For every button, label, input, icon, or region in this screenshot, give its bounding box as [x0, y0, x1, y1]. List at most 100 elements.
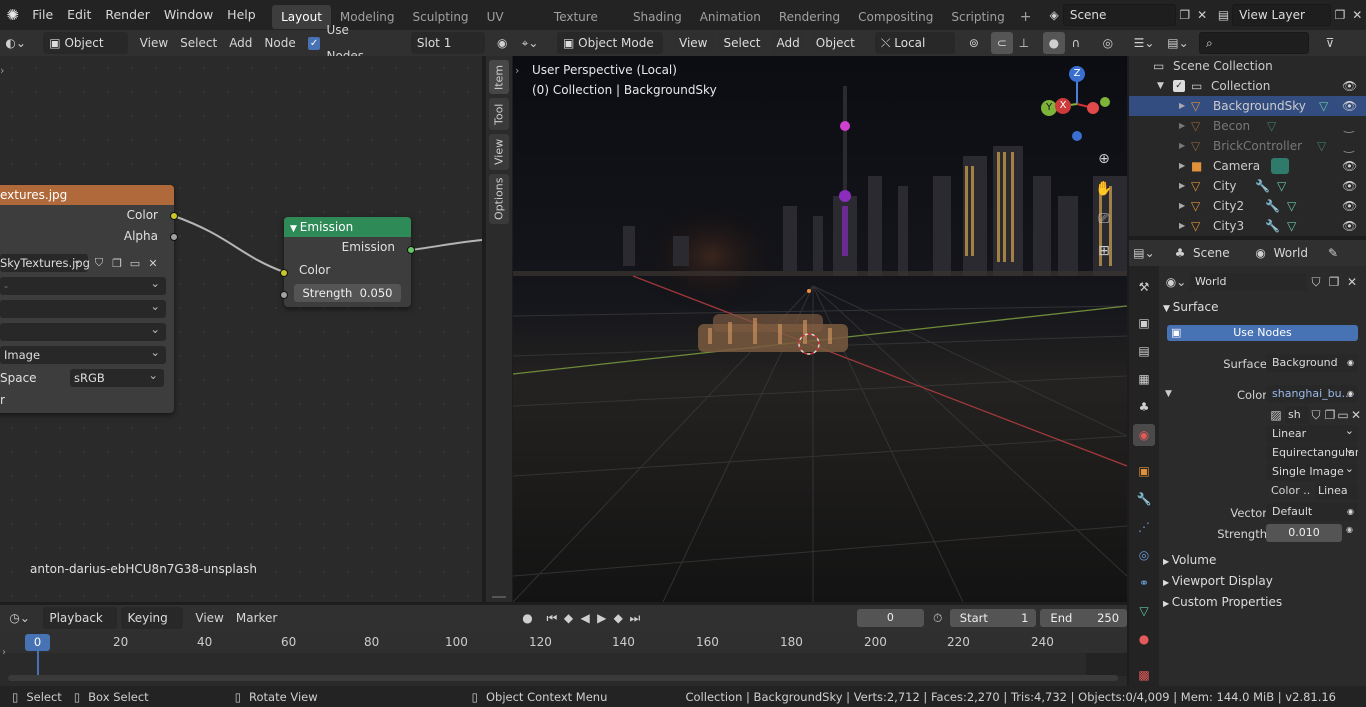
eye-icon[interactable]: 👁 — [1342, 219, 1357, 233]
outliner-item-backgroundsky[interactable]: ▶ ▽ BackgroundSky ▽ 👁 — [1129, 96, 1366, 116]
delete-view-layer-icon[interactable]: ✕ — [1349, 4, 1366, 26]
outliner-item-becon[interactable]: ▶ ▽ Becon ▽ ‿ — [1129, 116, 1366, 136]
orientation-dropdown[interactable]: ⤬ Local — [874, 32, 955, 54]
keying-dropdown[interactable]: Keying ⌄ — [121, 607, 184, 647]
tab-item[interactable]: Item — [489, 60, 509, 94]
eye-icon[interactable]: 👁 — [1342, 159, 1357, 173]
jump-start-icon[interactable]: ⏮ — [544, 607, 561, 629]
exclude-checkbox[interactable]: ✓ — [1173, 80, 1185, 92]
sidebar-scroll[interactable] — [492, 596, 506, 598]
tab-tool[interactable]: Tool — [489, 98, 509, 130]
tab-sculpting[interactable]: Sculpting — [404, 5, 478, 29]
filter-icon[interactable]: ⊽ — [1319, 32, 1341, 54]
eye-icon[interactable]: 👁 — [1342, 179, 1357, 193]
prev-keyframe-icon[interactable]: ◆ — [560, 607, 577, 629]
world-name-field[interactable]: World — [1189, 273, 1307, 291]
timeline-menu-marker[interactable]: Marker — [230, 605, 283, 631]
outliner-item-camera[interactable]: ▶ ■ Camera 👁 — [1129, 156, 1366, 176]
snap-icon[interactable]: ⊂ — [990, 32, 1013, 54]
viewport-menu-select[interactable]: Select — [717, 32, 767, 54]
node-menu-select[interactable]: Select — [174, 30, 223, 56]
expand-arrow-icon[interactable]: ▶ — [1179, 116, 1185, 136]
ortho-grid-icon[interactable]: ⊞ — [1093, 240, 1115, 262]
timeline[interactable]: 0 20 40 60 80 100 120 140 160 180 200 22… — [0, 631, 1127, 686]
visibility-icon[interactable]: ◎ — [1097, 32, 1119, 54]
interpolation-dropdown[interactable]: Linear ⌄ — [1266, 425, 1358, 443]
menu-help[interactable]: Help — [220, 0, 263, 30]
record-icon[interactable]: ● — [517, 607, 537, 629]
particles-tab-icon[interactable]: ⋰ — [1133, 516, 1155, 538]
display-mode-icon[interactable]: ▤⌄ — [1163, 32, 1193, 54]
eye-icon[interactable]: 👁 — [1342, 99, 1357, 113]
current-frame-field[interactable]: 0 — [857, 609, 924, 627]
outliner-editor-type-icon[interactable]: ☰⌄ — [1129, 32, 1159, 54]
surface-shader-field[interactable]: Background ◉ — [1266, 354, 1358, 372]
tab-options[interactable]: Options — [489, 174, 509, 224]
pin-icon[interactable]: ◉ — [491, 32, 513, 54]
interpolation-dropdown[interactable]: - — [0, 274, 166, 295]
alpha-output-socket[interactable] — [170, 233, 178, 241]
scene-field[interactable]: Scene — [1062, 4, 1177, 26]
output-tab-icon[interactable]: ▤ — [1133, 340, 1155, 362]
play-reverse-icon[interactable]: ◀ — [577, 607, 594, 629]
viewport-menu-view[interactable]: View — [673, 32, 714, 54]
outliner-collection[interactable]: ▼ ✓ ▭ Collection 👁 — [1129, 76, 1366, 96]
new-view-layer-icon[interactable]: ❐ — [1331, 4, 1348, 26]
pan-hand-icon[interactable]: ✋ — [1093, 178, 1115, 200]
constraints-tab-icon[interactable]: ⚭ — [1133, 572, 1155, 594]
pin-icon[interactable]: ✎ — [1322, 242, 1344, 264]
playhead-line[interactable] — [37, 651, 39, 676]
timeline-menu-view[interactable]: View — [189, 605, 229, 631]
viewport-display-section-header[interactable]: ▶ Viewport Display — [1163, 574, 1273, 588]
channel-expand-icon[interactable]: › — [2, 647, 6, 658]
projection-dropdown[interactable]: Equirectangular ⌄ — [1266, 444, 1358, 462]
outliner-item-brickcontroller[interactable]: ▶ ▽ BrickController ▽ ‿ — [1129, 136, 1366, 156]
source-dropdown[interactable]: Image — [0, 343, 166, 364]
outliner-item-city2[interactable]: ▶ ▽ City2 🔧 ▽ 👁 — [1129, 196, 1366, 216]
menu-window[interactable]: Window — [157, 0, 220, 30]
vector-field[interactable]: Default ◉ — [1266, 503, 1358, 521]
volume-section-header[interactable]: ▶ Volume — [1163, 553, 1216, 567]
timeline-editor-type-icon[interactable]: ◷⌄ — [4, 607, 35, 629]
eye-closed-icon[interactable]: ‿ — [1342, 139, 1356, 153]
node-menu-add[interactable]: Add — [223, 30, 258, 56]
menu-file[interactable]: File — [25, 0, 60, 30]
data-tab-icon[interactable]: ▽ — [1133, 600, 1155, 622]
play-icon[interactable]: ▶ — [593, 607, 610, 629]
add-workspace-button[interactable]: + — [1014, 5, 1038, 29]
world-tab-icon[interactable]: ◉ — [1133, 424, 1155, 446]
expand-arrow-icon[interactable]: ▶ — [1179, 136, 1185, 156]
strength-field[interactable]: 0.010 — [1266, 524, 1342, 542]
emission-output-socket[interactable] — [407, 246, 415, 254]
unlink-image-icon[interactable]: ✕ — [144, 253, 162, 273]
viewport-editor-type-icon[interactable]: ⌖⌄ — [513, 32, 547, 54]
scene-tab-icon[interactable]: ♣ — [1133, 396, 1155, 418]
tab-compositing[interactable]: Compositing — [849, 5, 942, 29]
node-menu-node[interactable]: Node — [258, 30, 301, 56]
playback-dropdown[interactable]: Playback ⌄ — [43, 607, 118, 647]
color-expand-icon[interactable]: ▼ — [1165, 389, 1172, 399]
tab-uv-editing[interactable]: UV Editing — [478, 5, 545, 48]
duplicate-icon[interactable]: ❐ — [1323, 405, 1337, 425]
navigation-gizmo[interactable]: Z Y X — [1037, 64, 1117, 144]
color-input-socket[interactable] — [280, 269, 288, 277]
3d-viewport[interactable]: User Perspective (Local) (0) Collection … — [513, 56, 1127, 602]
physics-tab-icon[interactable]: ◎ — [1133, 544, 1155, 566]
next-keyframe-icon[interactable]: ◆ — [610, 607, 627, 629]
toolbar-expand-icon[interactable]: › — [515, 64, 519, 77]
unlink-icon[interactable]: ✕ — [1349, 405, 1363, 425]
link-dot-icon[interactable]: ◉ — [1346, 525, 1353, 534]
image-datablock-field[interactable]: SkyTextures.jpg — [0, 251, 90, 272]
open-image-icon[interactable]: ▭ — [126, 253, 144, 273]
world-breadcrumb[interactable]: World — [1272, 240, 1314, 266]
expand-arrow-icon[interactable]: ▼ — [1157, 76, 1164, 96]
new-scene-icon[interactable]: ❐ — [1176, 4, 1193, 26]
editor-type-icon[interactable]: ◐⌄ — [0, 32, 31, 54]
fake-user-icon[interactable]: ⛉ — [1307, 271, 1325, 293]
image-name-field[interactable]: sh — [1285, 406, 1309, 424]
extension-dropdown[interactable] — [0, 320, 166, 341]
unlink-world-icon[interactable]: ✕ — [1343, 271, 1361, 293]
tab-scripting[interactable]: Scripting — [942, 5, 1013, 29]
mode-dropdown[interactable]: ▣ Object Mode — [557, 32, 663, 54]
tool-tab-icon[interactable]: ⚒ — [1133, 276, 1155, 298]
